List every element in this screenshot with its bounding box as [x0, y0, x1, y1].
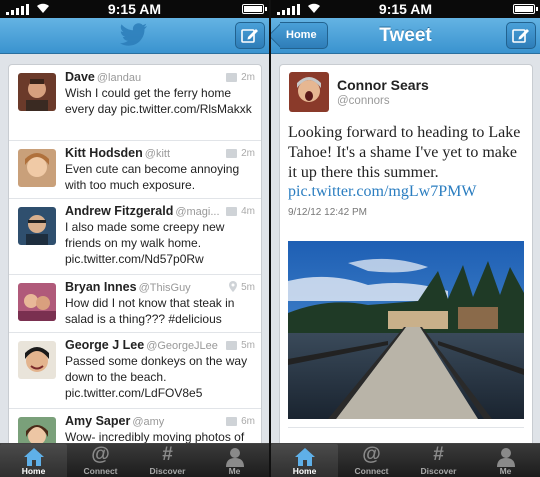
tweet-text: Wish I could get the ferry home every da… [65, 86, 252, 116]
tweet-time: 4m [241, 206, 255, 217]
avatar[interactable] [18, 207, 56, 245]
status-time: 9:15 AM [107, 1, 162, 17]
tweet-author: Dave @landau [65, 70, 142, 84]
tweet-detail-pane: 9:15 AM Home Tweet Connor Sears @connors… [271, 0, 540, 477]
photo-icon [226, 417, 237, 426]
battery-icon [513, 4, 538, 14]
tab-bar: Home @ Connect # Discover Me [0, 443, 269, 477]
tweet-navbar: Home Tweet [271, 18, 540, 54]
tweet-link[interactable]: pic.twitter.com/mgLw7PMW [288, 183, 476, 201]
tweet-author-handle: @connors [337, 95, 390, 107]
tweet-row[interactable]: Dave @landau 2m Wish I could get the ferr… [9, 65, 261, 141]
tweet-photo[interactable] [288, 241, 524, 419]
battery-icon [242, 4, 267, 14]
avatar[interactable] [18, 283, 56, 321]
timeline-list: Dave @landau 2m Wish I could get the ferr… [8, 64, 262, 449]
tweet-row[interactable]: George J Lee @GeorgeJLee 5m Passed some d… [9, 333, 261, 409]
avatar[interactable] [289, 72, 329, 112]
photo-icon [226, 207, 237, 216]
tab-home[interactable]: Home [0, 444, 67, 477]
timeline-pane: 9:15 AM Dave @landau 2m Wish I could get … [0, 0, 269, 477]
tweet-time: 2m [241, 72, 255, 83]
timeline-navbar [0, 18, 269, 54]
tweet-row[interactable]: Bryan Innes @ThisGuy 5m How did I not kno… [9, 275, 261, 333]
back-button-label: Home [280, 22, 328, 49]
person-icon [496, 448, 515, 467]
hashtag-icon: # [162, 444, 173, 465]
avatar[interactable] [18, 73, 56, 111]
tweet-timestamp: 9/12/12 12:42 PM [288, 207, 367, 218]
hashtag-icon: # [433, 444, 444, 465]
tweet-text: How did I not know that steak in salad i… [65, 296, 235, 326]
photo-icon [226, 149, 237, 158]
person-icon [225, 448, 244, 467]
tweet-time: 6m [241, 416, 255, 427]
house-icon [294, 448, 315, 466]
tweet-author: Kitt Hodsden @kitt [65, 146, 171, 160]
tweet-author: Andrew Fitzgerald @magi... [65, 204, 220, 218]
compose-button[interactable] [506, 22, 536, 49]
tab-discover[interactable]: # Discover [134, 444, 201, 477]
photo-icon [226, 73, 237, 82]
tweet-text: Looking forward to heading to Lake Tahoe… [288, 124, 521, 181]
compose-icon [512, 29, 529, 43]
divider [288, 427, 524, 428]
tweet-author: Bryan Innes @ThisGuy [65, 280, 191, 294]
compose-icon [241, 29, 258, 43]
house-icon [23, 448, 44, 466]
tweet-text: Even cute can become annoying with too m… [65, 162, 240, 192]
avatar[interactable] [18, 341, 56, 379]
tweet-row[interactable]: Andrew Fitzgerald @magi... 4m I also made… [9, 199, 261, 275]
photo-icon [226, 341, 237, 350]
tab-me[interactable]: Me [201, 444, 268, 477]
at-sign-icon: @ [362, 444, 381, 465]
status-bar: 9:15 AM [271, 0, 540, 18]
tweet-author: George J Lee @GeorgeJLee [65, 338, 218, 352]
tweet-detail-card: Connor Sears @connors Looking forward to… [279, 64, 533, 449]
twitter-bird-icon [120, 23, 147, 46]
tweet-author: Amy Saper @amy [65, 414, 165, 428]
tweet-time: 5m [241, 340, 255, 351]
tweet-text: Passed some donkeys on the way down to t… [65, 354, 248, 400]
tab-connect[interactable]: @ Connect [338, 444, 405, 477]
tweet-text: I also made some creepy new friends on m… [65, 220, 225, 266]
at-sign-icon: @ [91, 444, 110, 465]
tab-discover[interactable]: # Discover [405, 444, 472, 477]
tweet-row[interactable]: Kitt Hodsden @kitt 2m Even cute can becom… [9, 141, 261, 199]
tab-connect[interactable]: @ Connect [67, 444, 134, 477]
tab-bar: Home @ Connect # Discover Me [271, 443, 540, 477]
status-time: 9:15 AM [378, 1, 433, 17]
back-button[interactable]: Home [271, 18, 341, 54]
location-pin-icon [229, 281, 237, 292]
tweet-time: 2m [241, 148, 255, 159]
tweet-author-name[interactable]: Connor Sears [337, 77, 429, 93]
avatar[interactable] [18, 149, 56, 187]
compose-button[interactable] [235, 22, 265, 49]
tab-me[interactable]: Me [472, 444, 539, 477]
status-bar: 9:15 AM [0, 0, 269, 18]
tweet-time: 5m [241, 282, 255, 293]
tab-home[interactable]: Home [271, 444, 338, 477]
